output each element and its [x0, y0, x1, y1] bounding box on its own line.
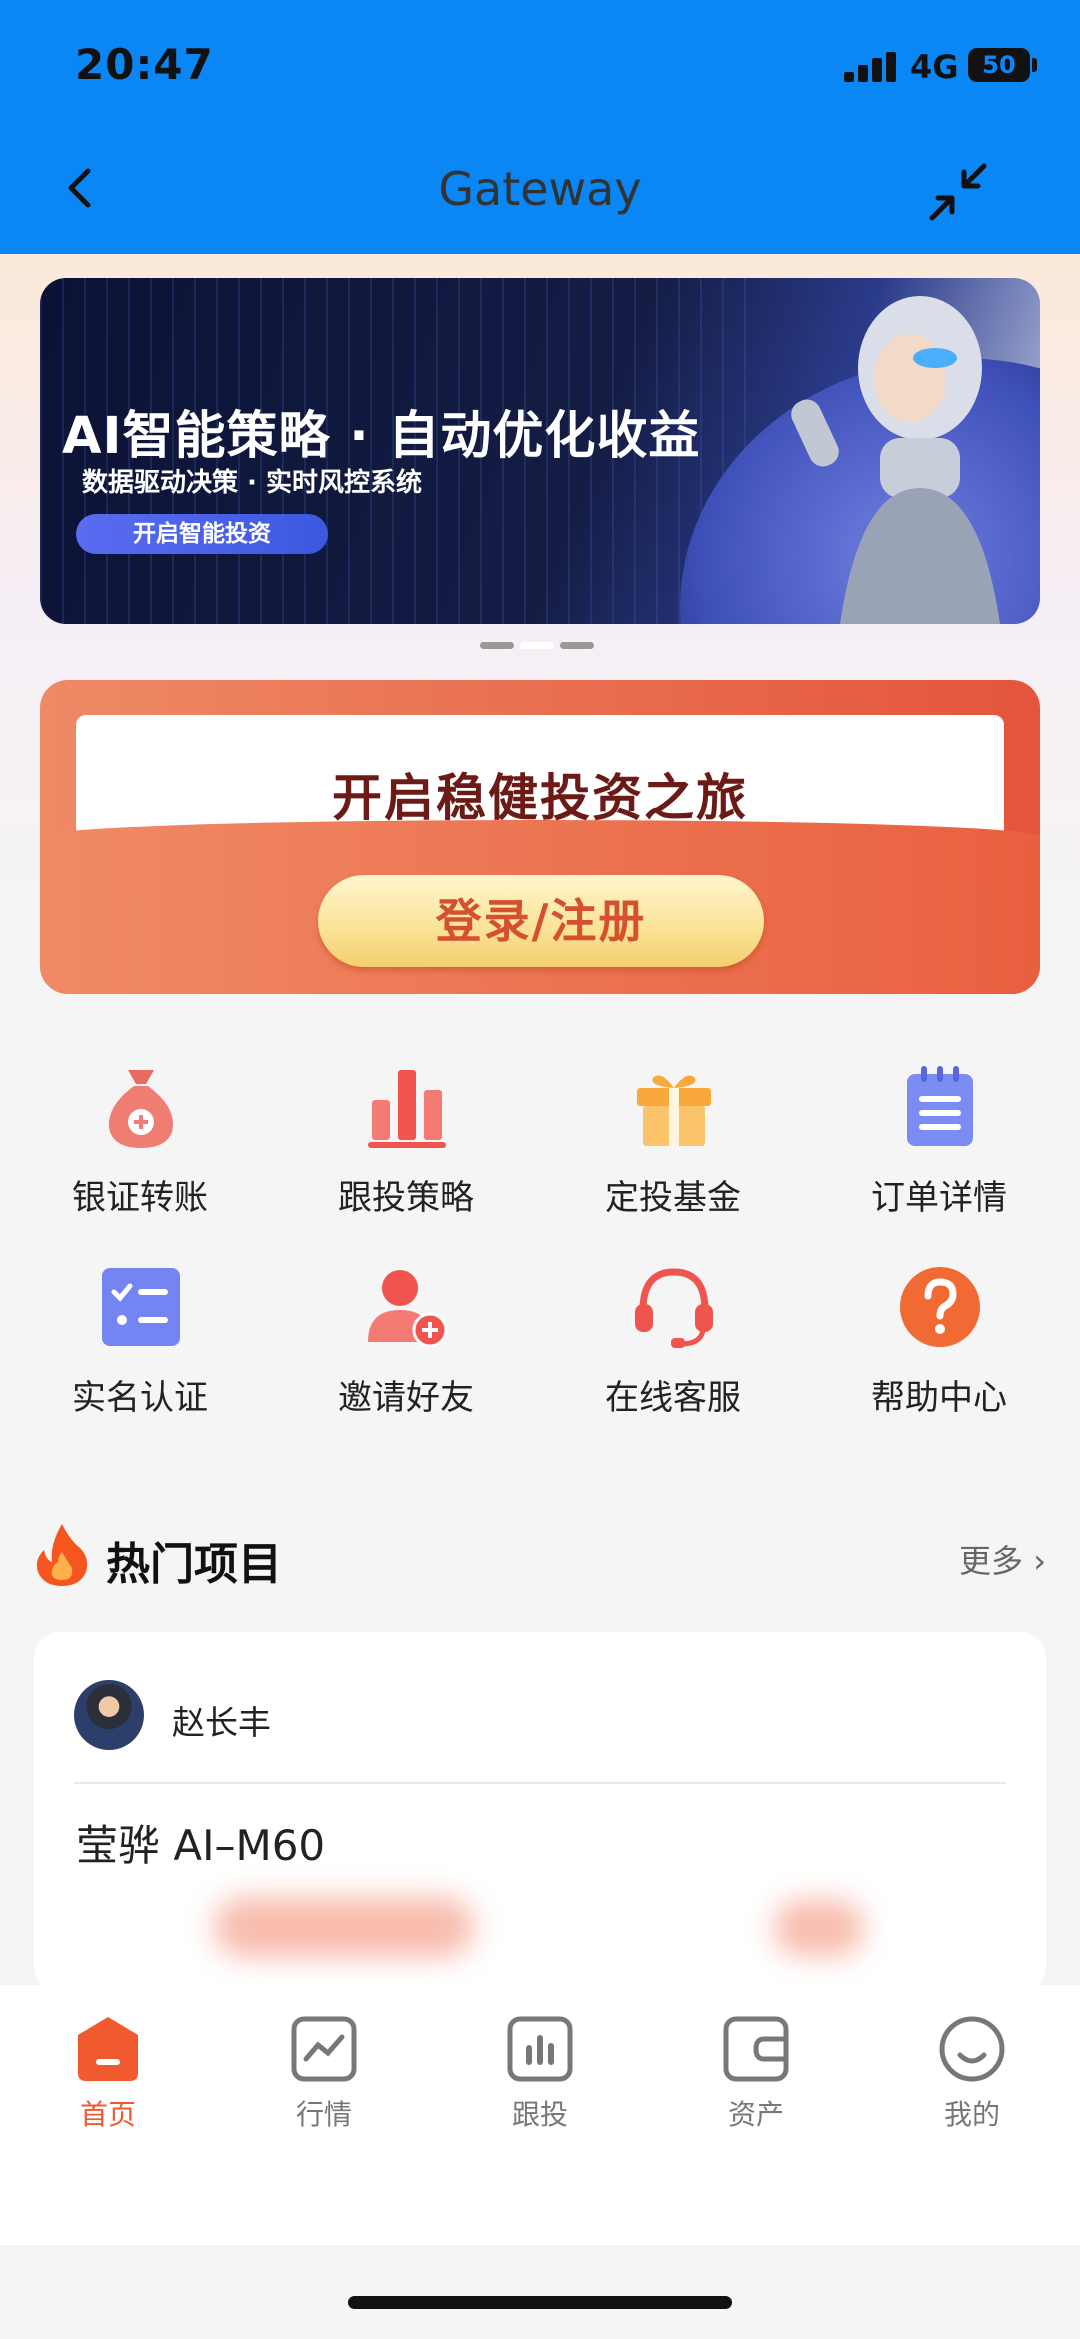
menu-bank-transfer[interactable]: 银证转账 [5, 1044, 275, 1218]
hot-project-card[interactable]: 赵长丰 莹骅 AI–M60 [34, 1632, 1046, 1992]
checklist-icon [102, 1268, 180, 1346]
menu-online-service[interactable]: 在线客服 [538, 1244, 808, 1418]
market-chart-icon [291, 2016, 357, 2082]
more-link[interactable]: 更多 › [959, 1536, 1046, 1582]
banner-subtitle: 数据驱动决策 · 实时风控系统 [82, 468, 422, 498]
menu-order-details[interactable]: 订单详情 [804, 1044, 1074, 1218]
chevron-right-icon: › [1033, 1542, 1046, 1580]
page-title: Gateway [438, 162, 642, 216]
menu-label: 帮助中心 [871, 1378, 1007, 1418]
banner-title: AI智能策略 · 自动优化收益 [62, 407, 701, 466]
login-headline: 开启稳健投资之旅 [332, 769, 748, 827]
status-bar: 20:47 4G 50 [0, 0, 1080, 130]
menu-label: 实名认证 [72, 1378, 208, 1418]
tab-label: 首页 [79, 2098, 136, 2131]
menu-label: 定投基金 [605, 1178, 741, 1218]
login-register-button[interactable]: 登录/注册 [318, 875, 764, 967]
ai-robot-illustration [791, 296, 1000, 624]
tab-profile[interactable]: 我的 [864, 2015, 1080, 2135]
gift-icon [637, 1075, 711, 1146]
bottom-safe-area [0, 2245, 1080, 2339]
start-smart-invest-button[interactable]: 开启智能投资 [76, 514, 328, 554]
menu-label: 订单详情 [871, 1178, 1007, 1218]
product-name: 莹骅 AI–M60 [76, 1821, 326, 1870]
follow-chart-icon [507, 2016, 573, 2082]
status-time: 20:47 [75, 40, 214, 89]
app-header: 20:47 4G 50 Gateway [0, 0, 1080, 254]
menu-verification[interactable]: 实名认证 [5, 1244, 275, 1418]
help-icon [900, 1267, 980, 1347]
login-promo-card: 开启稳健投资之旅 登录/注册 [40, 680, 1040, 994]
pager-dot-active[interactable] [520, 642, 554, 649]
menu-fund-plan[interactable]: 定投基金 [538, 1044, 808, 1218]
tab-label: 资产 [727, 2098, 784, 2131]
signal-icon [844, 52, 900, 82]
battery-tip [1032, 58, 1037, 72]
menu-follow-strategy[interactable]: 跟投策略 [271, 1044, 541, 1218]
battery-icon: 50 [968, 48, 1030, 82]
home-icon [78, 2017, 138, 2081]
add-user-icon [368, 1270, 448, 1348]
banner-pager [480, 642, 600, 650]
menu-invite-friends[interactable]: 邀请好友 [271, 1244, 541, 1418]
tab-label: 我的 [943, 2098, 1000, 2131]
hot-section-header: 热门项目 更多 › [34, 1522, 1046, 1590]
more-label: 更多 [959, 1542, 1024, 1580]
blurred-metric-value [774, 1900, 864, 1956]
promo-banner[interactable]: AI智能策略 · 自动优化收益 数据驱动决策 · 实时风控系统 开启智能投资 [40, 278, 1040, 624]
network-type: 4G [910, 48, 959, 86]
home-indicator[interactable] [348, 2296, 732, 2309]
menu-label: 银证转账 [72, 1178, 208, 1218]
collapse-icon[interactable] [926, 160, 990, 224]
tab-label: 跟投 [511, 2098, 568, 2131]
menu-help-center[interactable]: 帮助中心 [804, 1244, 1074, 1418]
menu-label: 跟投策略 [338, 1178, 474, 1218]
divider [74, 1782, 1006, 1784]
tab-follow[interactable]: 跟投 [432, 2015, 648, 2135]
pager-dot[interactable] [560, 642, 594, 649]
bottom-tab-bar: 首页 行情 跟投 资产 我的 [0, 1985, 1080, 2245]
avatar [74, 1680, 144, 1750]
quick-menu: 银证转账 跟投策略 定投基金 订单详情 实名认证 邀请好友 在线客服 帮助中心 [0, 1044, 1080, 1424]
blurred-return-value [214, 1897, 474, 1957]
headset-icon [635, 1268, 713, 1348]
menu-label: 在线客服 [605, 1378, 741, 1418]
menu-label: 邀请好友 [338, 1378, 474, 1418]
profile-face-icon [939, 2016, 1005, 2082]
bar-chart-icon [368, 1070, 446, 1148]
fire-icon [36, 1524, 88, 1586]
wallet-icon [723, 2016, 789, 2082]
money-bag-icon [109, 1070, 173, 1148]
tab-home[interactable]: 首页 [0, 2015, 216, 2135]
hot-section-title: 热门项目 [106, 1539, 282, 1590]
pager-dot[interactable] [480, 642, 514, 649]
tab-assets[interactable]: 资产 [648, 2015, 864, 2135]
tab-market[interactable]: 行情 [216, 2015, 432, 2135]
notepad-icon [907, 1066, 973, 1146]
manager-name: 赵长丰 [172, 1703, 271, 1742]
tab-label: 行情 [295, 2098, 352, 2131]
